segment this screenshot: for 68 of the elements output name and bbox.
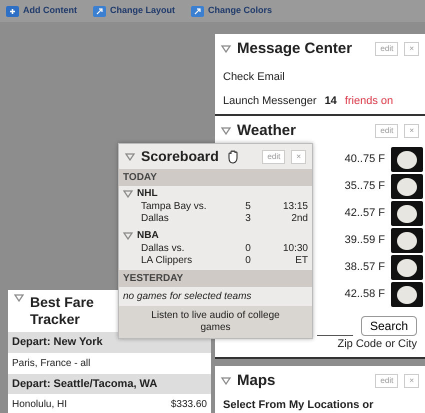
panel-title: Maps: [237, 371, 276, 391]
panel-title: Scoreboard: [141, 147, 219, 166]
destination-text[interactable]: Paris, France - all: [12, 356, 90, 370]
game-time: ET: [294, 255, 308, 267]
collapse-triangle-icon[interactable]: [221, 45, 231, 54]
temperature-text: 42..57 F: [344, 206, 385, 222]
team-name: LA Clippers: [141, 255, 194, 267]
team-name: Tampa Bay vs.: [141, 201, 208, 213]
game-time: 13:15: [282, 201, 308, 213]
panel-title: Best Fare Tracker: [30, 294, 95, 328]
section-heading: TODAY: [119, 169, 312, 186]
temperature-text: 38..57 F: [344, 260, 385, 276]
close-button[interactable]: ×: [404, 374, 419, 388]
friend-count: 14: [324, 94, 337, 109]
resize-icon: [191, 6, 204, 16]
weather-icon: [391, 147, 423, 172]
team-name: Dallas vs.: [141, 243, 186, 255]
collapse-triangle-icon[interactable]: [14, 294, 24, 302]
score-text: 0: [244, 243, 252, 255]
section-heading: YESTERDAY: [119, 270, 312, 287]
search-button[interactable]: Search: [360, 316, 417, 336]
collapse-triangle-icon[interactable]: [125, 152, 135, 160]
section-heading: Depart: Seattle/Tacoma, WA: [8, 374, 211, 394]
panel-title: Weather: [237, 120, 296, 141]
collapse-triangle-icon[interactable]: [123, 190, 133, 198]
weather-icon: [391, 255, 423, 280]
temperature-text: 42..58 F: [344, 287, 385, 302]
collapse-triangle-icon[interactable]: [123, 232, 133, 240]
maps-text: Select From My Locations or: [222, 398, 374, 412]
edit-button[interactable]: edit: [375, 124, 398, 138]
status-text: friends on: [344, 94, 394, 109]
score-text: 5: [244, 201, 252, 213]
close-button[interactable]: ×: [291, 150, 306, 164]
game-time: 10:30: [282, 243, 308, 255]
floating-panel[interactable]: Scoreboard edit × TODAY NHL Tampa Bay vs. 5 13:15 Dallas 3 2nd NBA Dallas vs. 0 10:30 LA Clippers 0 ET YESTERDAY no games for selected teams Listen to live audio of college games: [118, 143, 313, 339]
score-text: 0: [244, 255, 252, 267]
panel-title: Message Center: [237, 39, 352, 59]
edit-button[interactable]: edit: [375, 42, 398, 56]
collapse-triangle-icon[interactable]: [221, 377, 231, 386]
temperature-text: 39..59 F: [344, 233, 385, 248]
edit-button[interactable]: edit: [262, 150, 286, 164]
weather-icon: [391, 174, 423, 200]
toolbar-button[interactable]: Change Colors: [191, 3, 272, 19]
edit-button[interactable]: edit: [375, 374, 398, 388]
team-name: Dallas: [141, 213, 170, 225]
plus-icon: [6, 6, 19, 16]
temperature-text: 40..75 F: [344, 152, 385, 168]
league-name: NBA: [137, 229, 159, 243]
resize-icon: [93, 6, 106, 16]
price-text: $333.60: [170, 398, 207, 412]
weather-icon: [391, 282, 423, 308]
game-time: 2nd: [290, 213, 308, 225]
weather-icon: [391, 228, 423, 254]
toolbar-button[interactable]: Add Content: [6, 3, 77, 19]
collapse-triangle-icon[interactable]: [221, 126, 231, 135]
link-text[interactable]: Check Email: [223, 68, 285, 85]
close-button[interactable]: ×: [404, 42, 419, 56]
toolbar-button[interactable]: Change Layout: [93, 3, 176, 19]
hint-text: Zip Code or City: [336, 337, 418, 352]
link-text[interactable]: Launch Messenger: [223, 93, 317, 110]
score-text: 3: [244, 213, 252, 225]
league-name: NHL: [137, 187, 158, 201]
destination-text[interactable]: Honolulu, HI: [12, 397, 68, 412]
weather-icon: [391, 201, 423, 226]
temperature-text: 35..75 F: [344, 179, 385, 194]
audio-link[interactable]: Listen to live audio of college games: [119, 306, 312, 338]
close-button[interactable]: ×: [404, 124, 419, 138]
status-message: no games for selected teams: [122, 290, 252, 304]
